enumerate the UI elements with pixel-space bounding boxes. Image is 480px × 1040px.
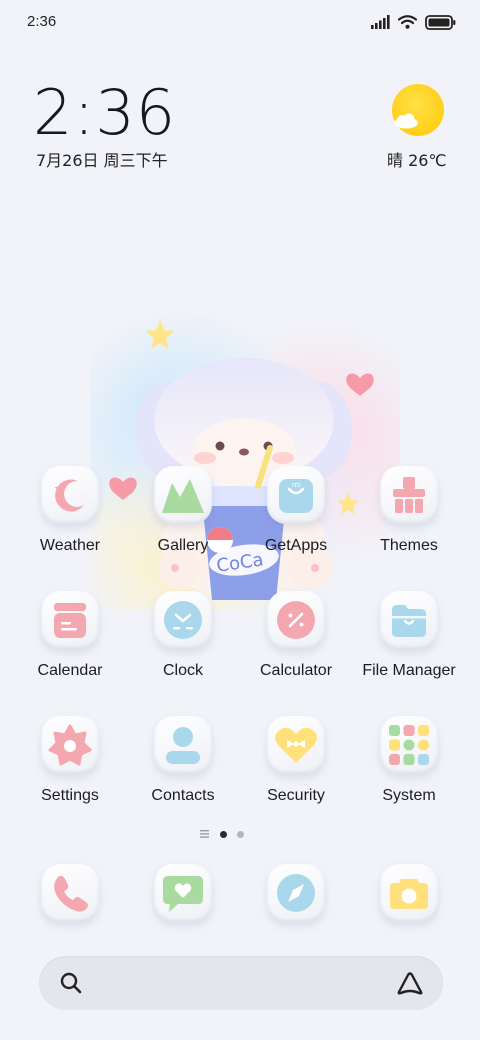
app-label: System bbox=[382, 787, 436, 804]
system-folder-icon bbox=[380, 716, 438, 774]
weather-cloud-icon bbox=[394, 113, 418, 129]
app-gallery[interactable]: Gallery bbox=[128, 466, 238, 555]
themes-brush-icon bbox=[380, 466, 438, 524]
settings-flower-icon bbox=[41, 716, 99, 774]
gallery-icon bbox=[154, 466, 212, 524]
browser-compass-icon bbox=[267, 864, 325, 922]
security-heart-icon bbox=[267, 716, 325, 774]
weather-text: 晴 26℃ bbox=[387, 151, 447, 170]
app-contacts[interactable]: Contacts bbox=[128, 716, 238, 805]
search-icon[interactable] bbox=[59, 971, 83, 995]
page-dot[interactable] bbox=[237, 830, 244, 838]
dock-camera[interactable] bbox=[354, 864, 464, 922]
app-calendar[interactable]: Calendar bbox=[15, 591, 125, 680]
app-label: Calendar bbox=[37, 662, 103, 679]
svg-text:mi: mi bbox=[292, 481, 301, 489]
app-label: Gallery bbox=[157, 537, 209, 554]
search-bar[interactable] bbox=[39, 956, 443, 1010]
app-label: GetApps bbox=[264, 537, 328, 554]
app-weather[interactable]: Weather bbox=[15, 466, 125, 555]
app-label: Themes bbox=[380, 537, 438, 554]
app-label: File Manager bbox=[362, 662, 456, 679]
dock-phone[interactable] bbox=[15, 864, 125, 922]
folder-icon bbox=[380, 591, 438, 649]
app-file-manager[interactable]: File Manager bbox=[354, 591, 464, 680]
app-clock[interactable]: Clock bbox=[128, 591, 238, 680]
status-icons bbox=[371, 13, 456, 31]
wifi-icon bbox=[398, 15, 417, 29]
calculator-icon bbox=[267, 591, 325, 649]
app-label: Contacts bbox=[151, 787, 215, 804]
page-indicator[interactable] bbox=[200, 830, 244, 838]
app-calculator[interactable]: Calculator bbox=[241, 591, 351, 680]
dock-messages[interactable] bbox=[128, 864, 238, 922]
app-security[interactable]: Security bbox=[241, 716, 351, 805]
weather-moon-icon bbox=[41, 466, 99, 524]
assistant-icon[interactable] bbox=[395, 970, 425, 996]
contacts-icon bbox=[154, 716, 212, 774]
app-settings[interactable]: Settings bbox=[15, 716, 125, 805]
camera-icon bbox=[380, 864, 438, 922]
signal-icon bbox=[371, 15, 390, 29]
app-label: Settings bbox=[41, 787, 99, 804]
getapps-bag-icon: mi bbox=[267, 466, 325, 524]
messages-icon bbox=[154, 864, 212, 922]
battery-icon bbox=[425, 14, 456, 30]
app-label: Weather bbox=[39, 537, 101, 554]
clock-icon bbox=[154, 591, 212, 649]
app-label: Security bbox=[267, 787, 325, 804]
wallpaper-illustration: CoCa bbox=[90, 310, 400, 610]
clock-widget-time[interactable]: 2:36 bbox=[33, 76, 176, 149]
app-getapps[interactable]: mi GetApps bbox=[241, 466, 351, 555]
phone-icon bbox=[41, 864, 99, 922]
app-system[interactable]: System bbox=[354, 716, 464, 805]
app-themes[interactable]: Themes bbox=[354, 466, 464, 555]
app-label: Calculator bbox=[259, 662, 333, 679]
calendar-icon bbox=[41, 591, 99, 649]
status-bar: 2:36 bbox=[0, 0, 480, 44]
app-label: Clock bbox=[162, 662, 203, 679]
clock-widget-date: 7月26日 周三下午 bbox=[36, 151, 168, 170]
status-time: 2:36 bbox=[27, 13, 57, 30]
list-page-icon[interactable] bbox=[200, 830, 210, 838]
page-dot-active[interactable] bbox=[220, 830, 227, 838]
dock-browser[interactable] bbox=[241, 864, 351, 922]
